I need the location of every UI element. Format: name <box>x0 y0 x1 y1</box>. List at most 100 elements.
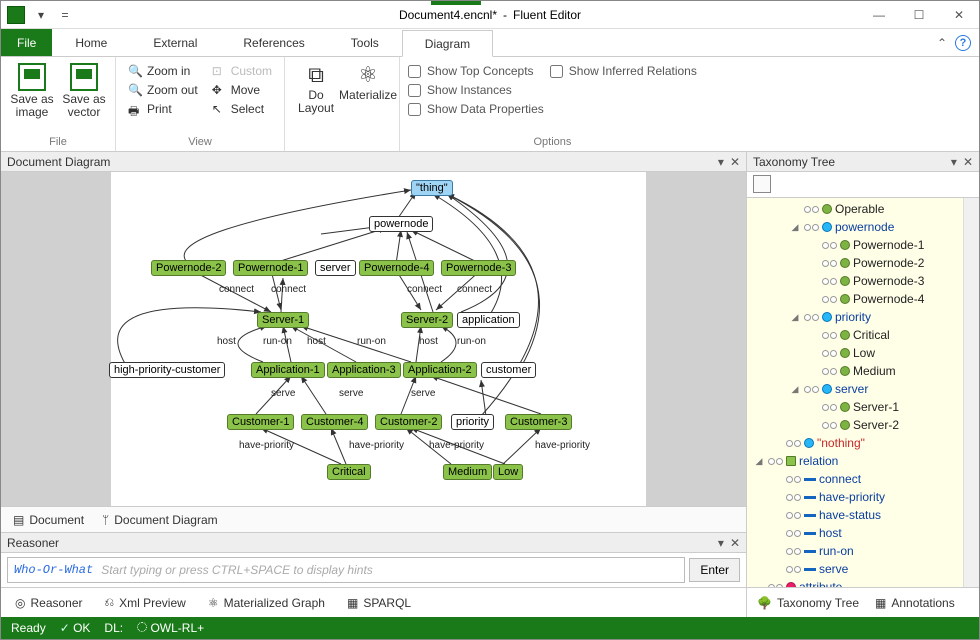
tree-item[interactable]: host <box>747 524 963 542</box>
node-customer-3[interactable]: Customer-3 <box>505 414 572 430</box>
pin-icon[interactable]: ▾ <box>951 155 957 169</box>
maximize-button[interactable]: ☐ <box>899 2 939 28</box>
tree-item[interactable]: ◢server <box>747 380 963 398</box>
materialize-button[interactable]: ⚛ Materialize <box>345 59 391 102</box>
tree-item[interactable]: Medium <box>747 362 963 380</box>
tab-external[interactable]: External <box>130 29 220 56</box>
minimize-button[interactable]: — <box>859 2 899 28</box>
qat-dropdown-icon[interactable]: ▾ <box>31 5 51 25</box>
diagram-canvas[interactable]: "thing" powernode Powernode-2 Powernode-… <box>1 172 746 506</box>
tab-diagram[interactable]: Diagram <box>402 30 493 57</box>
node-customer-4[interactable]: Customer-4 <box>301 414 368 430</box>
move-button[interactable]: ✥Move <box>208 82 276 98</box>
tree-item[interactable]: Critical <box>747 326 963 344</box>
tree-item[interactable]: Powernode-3 <box>747 272 963 290</box>
tree-item[interactable]: Operable <box>747 200 963 218</box>
node-server[interactable]: server <box>315 260 356 276</box>
view-tab-document-diagram[interactable]: ᛘDocument Diagram <box>102 513 218 527</box>
tree-item[interactable]: ◢priority <box>747 308 963 326</box>
group-view-label: View <box>124 134 276 151</box>
node-critical[interactable]: Critical <box>327 464 371 480</box>
view-tab-document[interactable]: ▤Document <box>13 513 84 527</box>
tab-annotations[interactable]: ▦Annotations <box>875 596 955 610</box>
show-data-properties-checkbox[interactable]: Show Data Properties <box>408 101 544 117</box>
tree-icon: 🌳 <box>757 596 772 610</box>
tree-item[interactable]: "nothing" <box>747 434 963 452</box>
taxonomy-tree[interactable]: Operable◢powernodePowernode-1Powernode-2… <box>747 198 963 587</box>
file-tab[interactable]: File <box>1 29 52 56</box>
print-button[interactable]: 🖶Print <box>124 101 202 117</box>
group-file-label: File <box>9 134 107 151</box>
node-powernode-2[interactable]: Powernode-2 <box>151 260 226 276</box>
pin-icon[interactable]: ▾ <box>718 155 724 169</box>
tree-item[interactable]: serve <box>747 560 963 578</box>
diagram-icon: ᛘ <box>102 513 109 527</box>
node-high-priority-customer[interactable]: high-priority-customer <box>109 362 225 378</box>
bottom-tab-reasoner[interactable]: ◎Reasoner <box>15 596 83 610</box>
bottom-tab-materialized-graph[interactable]: ⚛Materialized Graph <box>208 596 325 610</box>
close-panel-icon[interactable]: ✕ <box>963 155 973 169</box>
tree-item[interactable]: Server-2 <box>747 416 963 434</box>
gear-icon <box>137 622 147 632</box>
node-powernode[interactable]: powernode <box>369 216 433 232</box>
reasoner-input[interactable]: Who-Or-What Start typing or press CTRL+S… <box>7 557 685 583</box>
collapse-ribbon-icon[interactable]: ⌃ <box>937 36 947 50</box>
tree-item[interactable]: connect <box>747 470 963 488</box>
node-thing[interactable]: "thing" <box>411 180 453 196</box>
tree-item[interactable]: Powernode-4 <box>747 290 963 308</box>
close-panel-icon[interactable]: ✕ <box>730 536 740 550</box>
save-as-vector-button[interactable]: Save as vector <box>61 59 107 119</box>
bottom-tab-xml-preview[interactable]: ⎌Xml Preview <box>105 595 186 610</box>
node-low[interactable]: Low <box>493 464 523 480</box>
close-button[interactable]: ✕ <box>939 2 979 28</box>
node-customer-1[interactable]: Customer-1 <box>227 414 294 430</box>
node-medium[interactable]: Medium <box>443 464 492 480</box>
node-application[interactable]: application <box>457 312 520 328</box>
tree-item[interactable]: attribute <box>747 578 963 587</box>
show-instances-checkbox[interactable]: Show Instances <box>408 82 544 98</box>
taxonomy-tool-icon[interactable] <box>753 175 771 193</box>
taxonomy-bottom-tabs: 🌳Taxonomy Tree ▦Annotations <box>747 587 979 617</box>
node-customer-2[interactable]: Customer-2 <box>375 414 442 430</box>
node-server-2[interactable]: Server-2 <box>401 312 453 328</box>
pin-icon[interactable]: ▾ <box>718 536 724 550</box>
scrollbar[interactable] <box>963 198 979 587</box>
tab-references[interactable]: References <box>220 29 327 56</box>
node-application-2[interactable]: Application-2 <box>403 362 477 378</box>
zoom-out-button[interactable]: 🔍Zoom out <box>124 82 202 98</box>
zoom-in-button[interactable]: 🔍Zoom in <box>124 63 202 79</box>
save-as-image-button[interactable]: Save as image <box>9 59 55 119</box>
show-inferred-relations-checkbox[interactable]: Show Inferred Relations <box>550 63 697 79</box>
node-powernode-3[interactable]: Powernode-3 <box>441 260 516 276</box>
tree-item[interactable]: ◢relation <box>747 452 963 470</box>
node-application-1[interactable]: Application-1 <box>251 362 325 378</box>
tree-item[interactable]: have-priority <box>747 488 963 506</box>
tree-item[interactable]: ◢powernode <box>747 218 963 236</box>
tab-taxonomy-tree[interactable]: 🌳Taxonomy Tree <box>757 596 859 610</box>
node-server-1[interactable]: Server-1 <box>257 312 309 328</box>
title-sep: - <box>503 8 507 22</box>
layout-icon: ⧉ <box>308 63 324 87</box>
select-button[interactable]: ↖Select <box>208 101 276 117</box>
tree-item[interactable]: run-on <box>747 542 963 560</box>
tree-item[interactable]: Powernode-2 <box>747 254 963 272</box>
enter-button[interactable]: Enter <box>689 558 740 582</box>
node-application-3[interactable]: Application-3 <box>327 362 401 378</box>
node-powernode-4[interactable]: Powernode-4 <box>359 260 434 276</box>
close-panel-icon[interactable]: ✕ <box>730 155 740 169</box>
help-icon[interactable]: ? <box>955 35 971 51</box>
tab-home[interactable]: Home <box>52 29 130 56</box>
tree-item[interactable]: have-status <box>747 506 963 524</box>
tree-item[interactable]: Server-1 <box>747 398 963 416</box>
node-priority[interactable]: priority <box>451 414 494 430</box>
node-customer[interactable]: customer <box>481 362 536 378</box>
select-icon: ↖ <box>212 102 226 116</box>
tree-item[interactable]: Low <box>747 344 963 362</box>
bottom-tab-sparql[interactable]: ▦SPARQL <box>347 596 411 610</box>
show-top-concepts-checkbox[interactable]: Show Top Concepts <box>408 63 544 79</box>
tab-tools[interactable]: Tools <box>328 29 402 56</box>
do-layout-button[interactable]: ⧉ Do Layout <box>293 59 339 116</box>
node-powernode-1[interactable]: Powernode-1 <box>233 260 308 276</box>
edge-label: run-on <box>357 336 386 347</box>
tree-item[interactable]: Powernode-1 <box>747 236 963 254</box>
